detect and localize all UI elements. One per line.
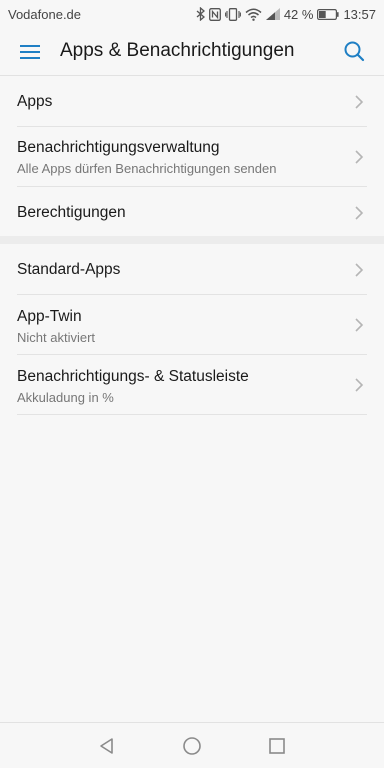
status-bar: Vodafone.de 42 % 13:57 [0,0,384,28]
bluetooth-icon [196,7,205,21]
wifi-icon [245,8,262,21]
recents-square-icon [269,738,285,754]
chevron-right-icon [355,150,364,164]
page-title: Apps & Benachrichtigungen [60,40,295,61]
back-triangle-icon [100,738,113,754]
signal-icon [265,8,280,20]
settings-item-subtitle: Nicht aktiviert [17,330,96,345]
chevron-right-icon [355,95,364,109]
chevron-right-icon [355,318,364,332]
settings-item-title: Berechtigungen [17,204,126,221]
back-button[interactable] [97,736,117,756]
chevron-right-icon [355,206,364,220]
search-button[interactable] [342,39,366,63]
settings-item-default-apps[interactable]: Standard-Apps [0,244,384,295]
carrier-name: Vodafone.de [8,6,82,22]
chevron-right-icon [355,378,364,392]
row-divider [17,414,367,415]
vibrate-icon [224,7,241,21]
app-bar: Apps & Benachrichtigungen [0,28,384,76]
search-icon [344,41,365,62]
settings-group-1: Apps Benachrichtigungsverwaltung Alle Ap… [0,76,384,236]
menu-button[interactable] [18,41,42,63]
chevron-right-icon [355,263,364,277]
settings-item-apps[interactable]: Apps [0,76,384,127]
settings-item-notification-management[interactable]: Benachrichtigungsverwaltung Alle Apps dü… [0,127,384,187]
home-button[interactable] [182,736,202,756]
clock: 13:57 [343,6,376,22]
settings-item-title: Apps [17,93,53,110]
nfc-icon [208,7,221,21]
section-separator [0,236,384,244]
settings-item-notification-status-bar[interactable]: Benachrichtigungs- & Statusleiste Akkula… [0,355,384,415]
home-circle-icon [183,737,201,755]
navigation-bar [0,722,384,768]
hamburger-menu-icon [20,45,40,59]
settings-item-title: Benachrichtigungsverwaltung [17,139,220,156]
settings-item-title: Benachrichtigungs- & Statusleiste [17,368,249,385]
settings-group-2: Standard-Apps App-Twin Nicht aktiviert B… [0,244,384,415]
settings-item-subtitle: Alle Apps dürfen Benachrichtigungen send… [17,161,277,176]
settings-item-title: App-Twin [17,308,82,325]
battery-percent: 42 % [283,6,314,22]
settings-item-subtitle: Akkuladung in % [17,390,114,405]
settings-item-permissions[interactable]: Berechtigungen [0,187,384,236]
battery-icon [317,8,340,20]
recents-button[interactable] [267,736,287,756]
settings-item-app-twin[interactable]: App-Twin Nicht aktiviert [0,295,384,355]
status-icons: 42 % 13:57 [196,7,376,22]
settings-item-title: Standard-Apps [17,261,121,278]
